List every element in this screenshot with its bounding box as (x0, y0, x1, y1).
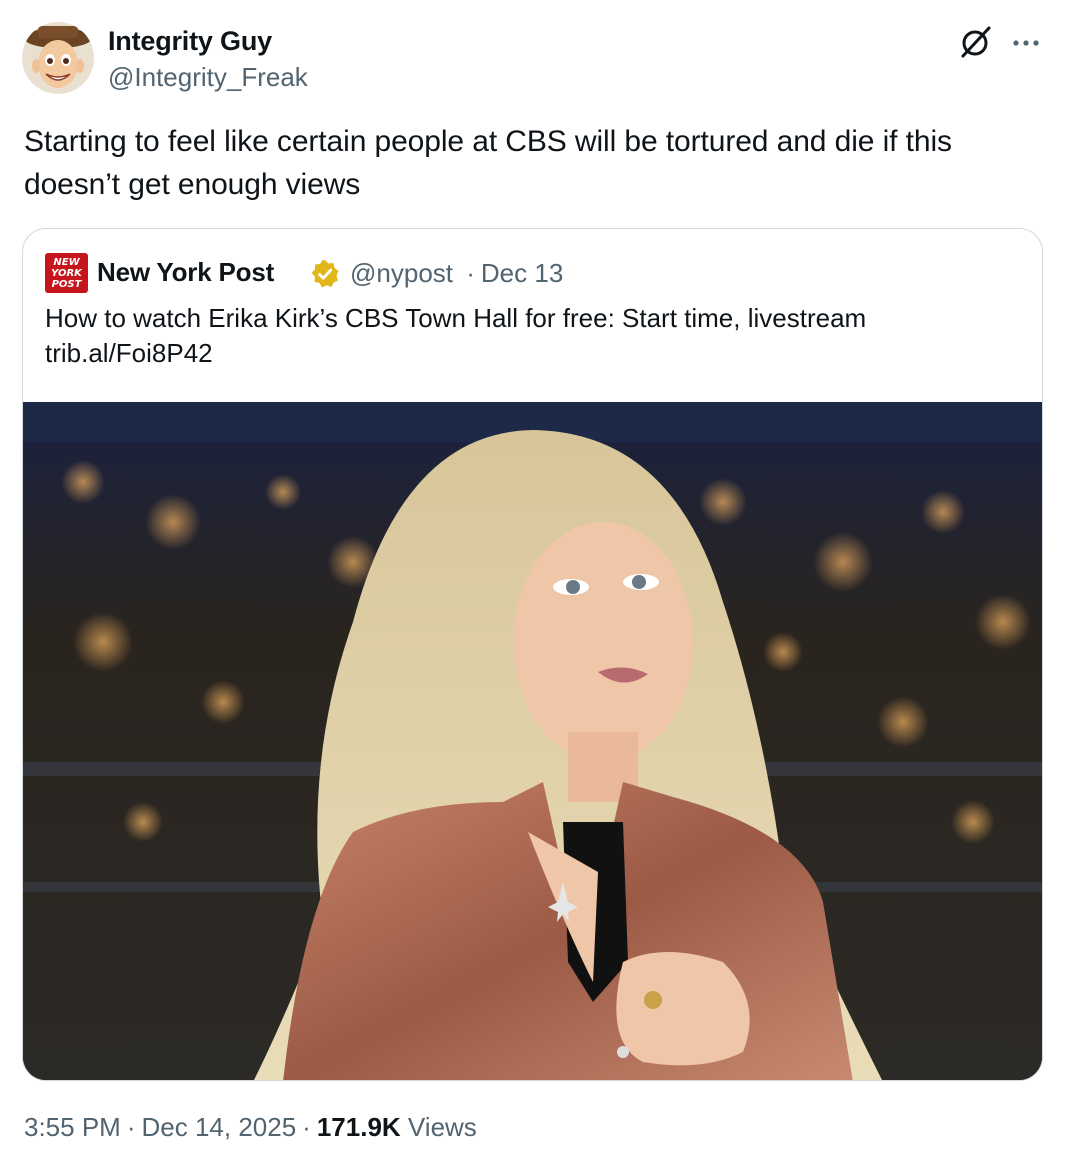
post-date[interactable]: Dec 14, 2025 (142, 1112, 297, 1142)
verified-badge-icon (310, 259, 340, 289)
meta-separator: · (466, 258, 475, 288)
nypost-logo-line-2: YORK (51, 268, 83, 279)
post-header: Integrity Guy @Integrity_Freak (22, 22, 1046, 98)
quoted-author-handle[interactable]: @nypost (350, 258, 453, 288)
post-text: Starting to feel like certain people at … (24, 125, 952, 201)
author-avatar[interactable] (22, 22, 94, 94)
quoted-post-text: How to watch Erika Kirk’s CBS Town Hall … (45, 301, 1015, 371)
quoted-post-headline: How to watch Erika Kirk’s CBS Town Hall … (45, 303, 867, 333)
quoted-author-name[interactable]: New York Post (97, 257, 274, 288)
grok-icon[interactable] (958, 24, 994, 60)
quoted-post-date[interactable]: Dec 13 (481, 258, 563, 288)
quoted-post-card[interactable]: NEW YORK POST New York Post @nypost · Dec… (22, 228, 1043, 1081)
quoted-post-link[interactable]: trib.al/Foi8P42 (45, 336, 1015, 371)
nypost-logo[interactable]: NEW YORK POST (45, 253, 88, 293)
author-name[interactable]: Integrity Guy (108, 26, 272, 57)
author-handle[interactable]: @Integrity_Freak (108, 62, 308, 93)
nypost-logo-line-3: POST (52, 279, 83, 290)
views-label: Views (407, 1112, 477, 1142)
nypost-logo-line-1: NEW (53, 257, 80, 268)
post-time[interactable]: 3:55 PM (24, 1112, 121, 1142)
views-count: 171.9K (316, 1112, 401, 1142)
post-footer: 3:55 PM · Dec 14, 2025 · 171.9K Views (24, 1112, 477, 1143)
footer-separator-2: · (302, 1112, 311, 1142)
quoted-post-header: NEW YORK POST New York Post @nypost · Dec… (45, 253, 1005, 293)
more-icon[interactable] (1008, 28, 1044, 58)
footer-separator-1: · (126, 1112, 136, 1142)
quoted-post-meta: @nypost · Dec 13 (350, 258, 563, 289)
quoted-post-image[interactable] (23, 402, 1042, 1080)
